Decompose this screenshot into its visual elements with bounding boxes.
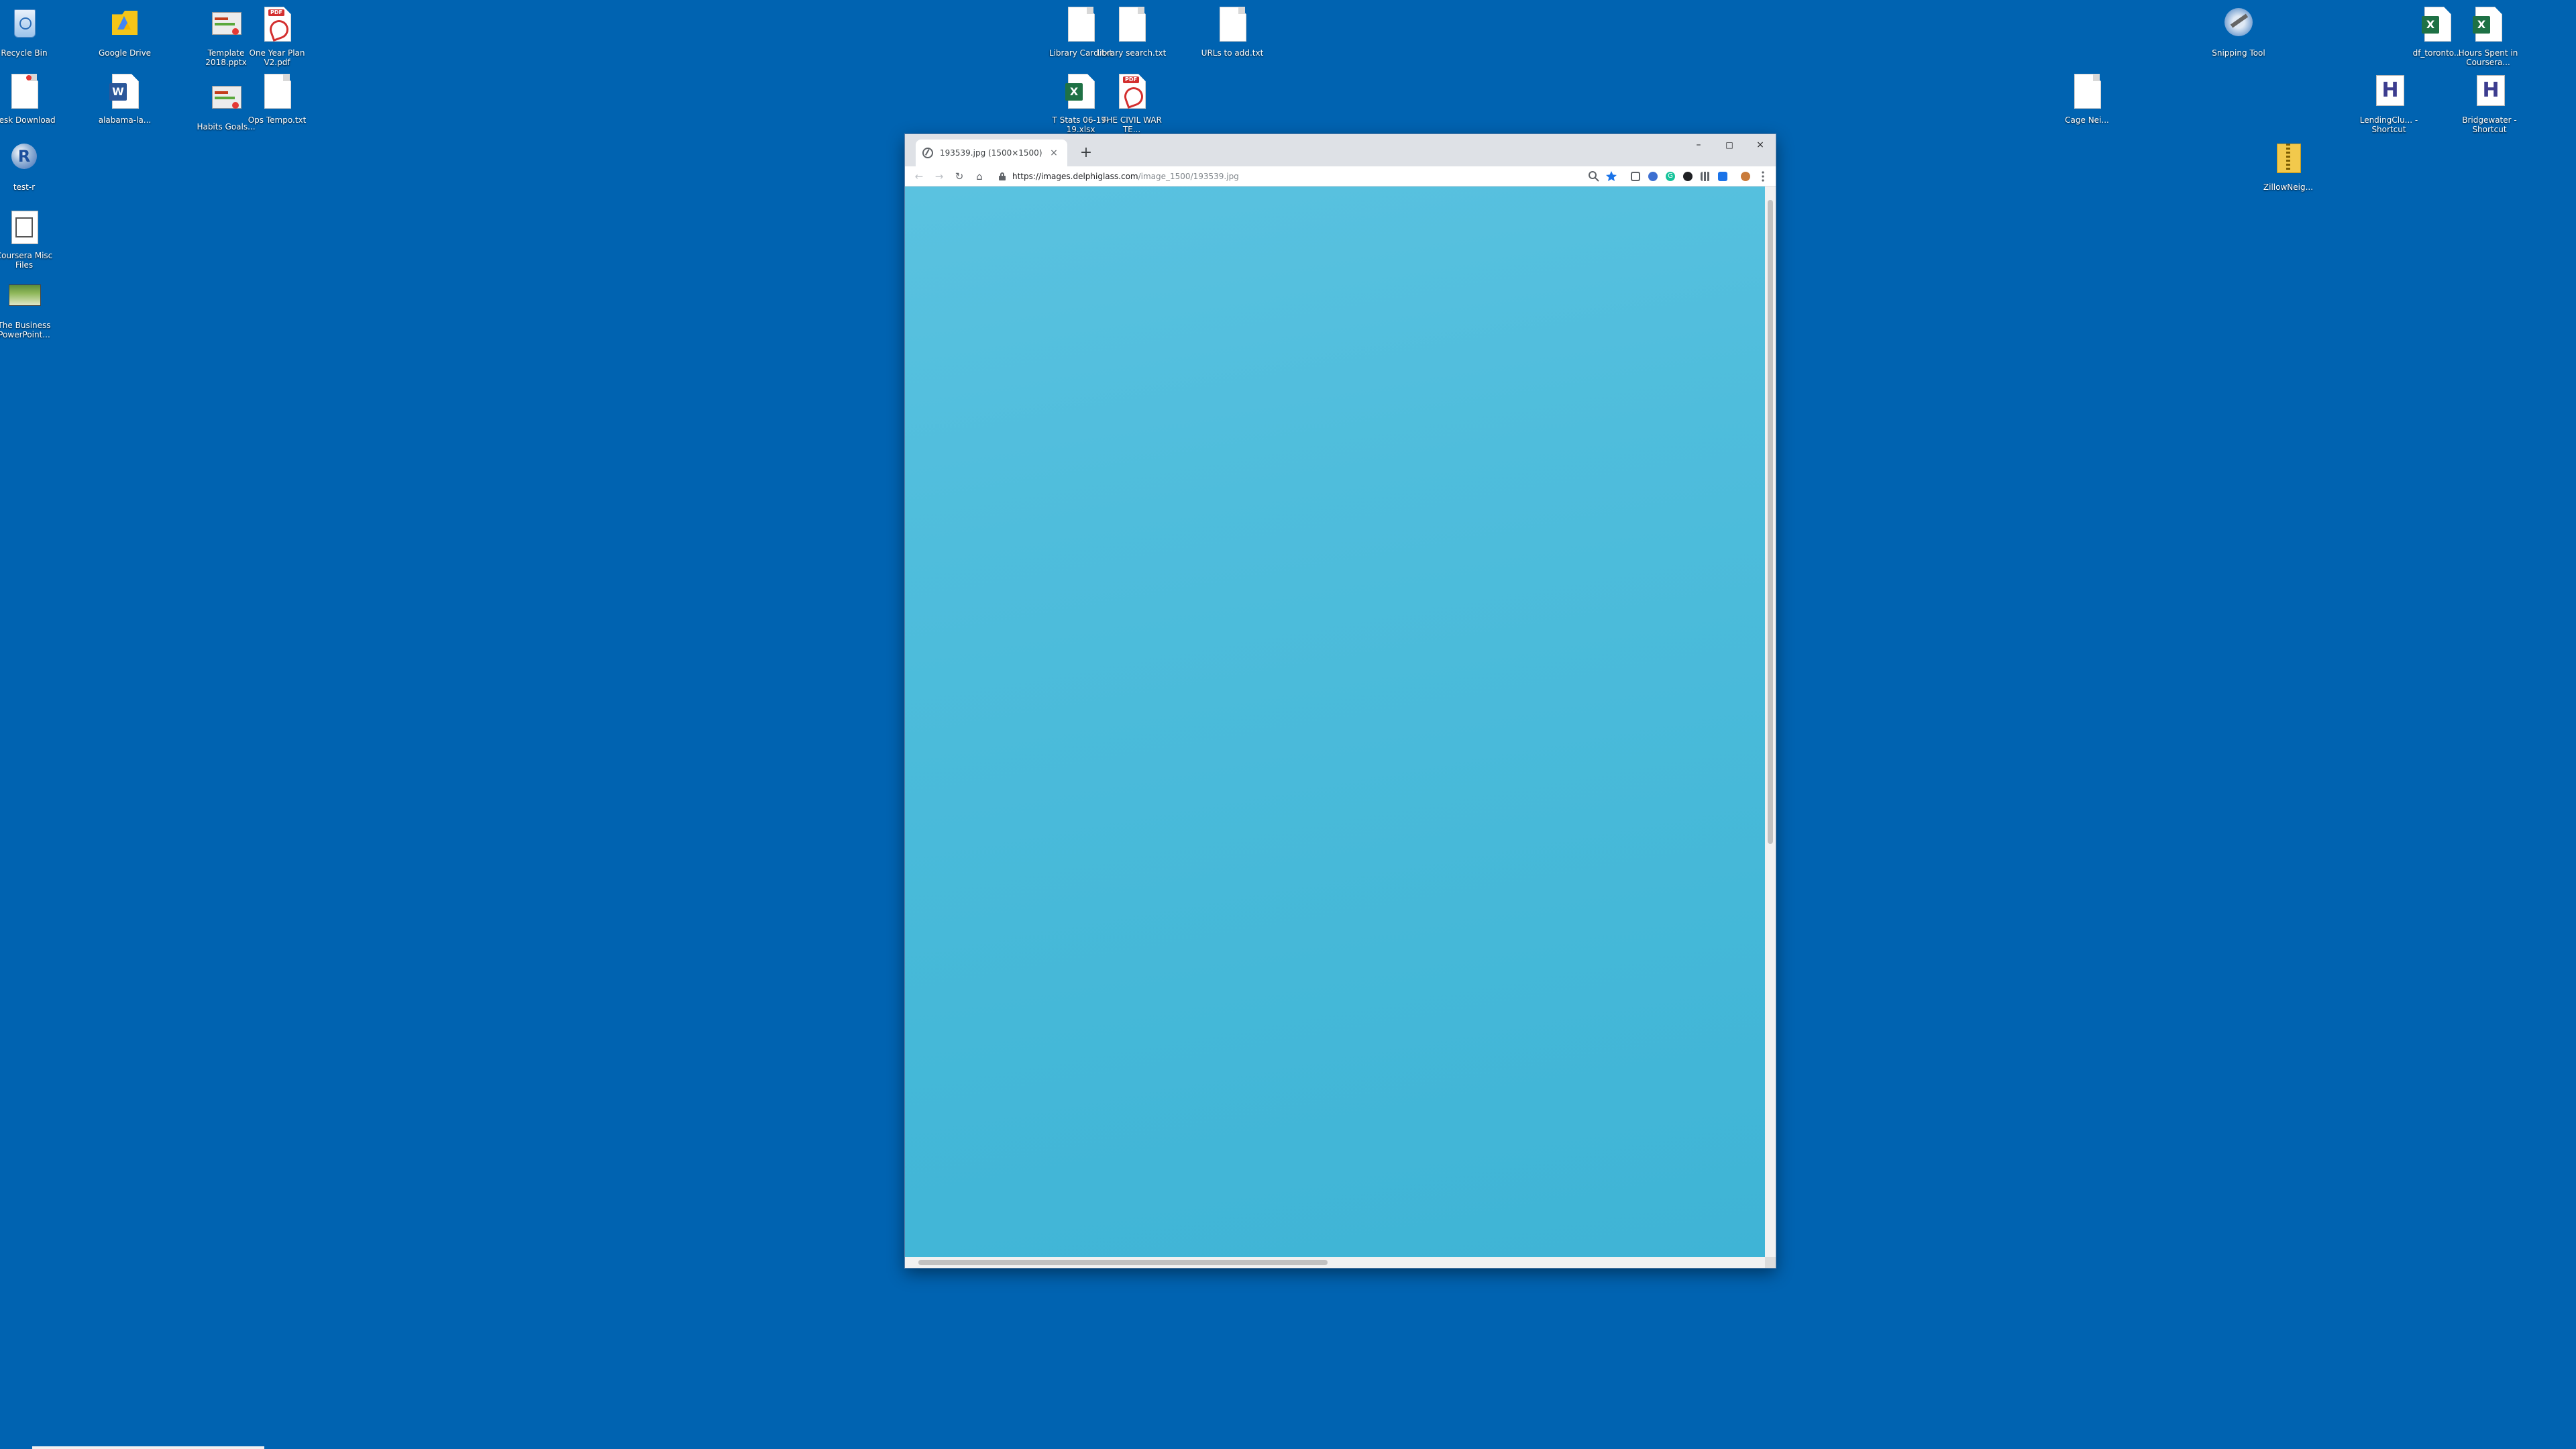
desktop-icon-label: ZillowNeig... bbox=[2263, 182, 2314, 192]
vertical-scroll-thumb[interactable] bbox=[1768, 200, 1773, 844]
desktop-icon-coursera-misc[interactable]: Coursera Misc Files bbox=[0, 208, 61, 270]
word-file-icon: W bbox=[107, 72, 143, 113]
google-drive-icon bbox=[107, 5, 143, 46]
reload-button[interactable]: ↻ bbox=[949, 168, 969, 185]
desktop-icon-one-year-plan[interactable]: PDF One Year Plan V2.pdf bbox=[240, 5, 314, 67]
h-shortcut-icon: H bbox=[2471, 72, 2508, 113]
blue-extension-icon[interactable] bbox=[1714, 168, 1731, 185]
desktop-icon-label: Cage Nei... bbox=[2065, 115, 2109, 125]
slide-thumbnail-icon bbox=[6, 278, 42, 318]
desktop-icon-library-search[interactable]: library search.txt bbox=[1095, 5, 1169, 58]
text-file-icon bbox=[259, 72, 295, 113]
desktop-icon-label: Recycle Bin bbox=[1, 48, 48, 58]
h-shortcut-icon: H bbox=[2371, 72, 2407, 113]
bookmark-star-icon[interactable] bbox=[1603, 168, 1620, 185]
desktop-icon-label: The Business PowerPoint... bbox=[0, 321, 51, 339]
desktop-icon-label: Coursera Misc Files bbox=[0, 251, 53, 270]
back-button[interactable]: ← bbox=[909, 168, 929, 185]
home-button[interactable]: ⌂ bbox=[969, 168, 989, 185]
circle-extension-icon[interactable] bbox=[1679, 168, 1697, 185]
horizontal-scrollbar[interactable] bbox=[905, 1257, 1765, 1268]
desktop-icon-google-drive[interactable]: Google Drive bbox=[88, 5, 162, 58]
tab-title: 193539.jpg (1500×1500) bbox=[940, 148, 1042, 158]
tab-strip: 193539.jpg (1500×1500) × + – □ × bbox=[905, 134, 1776, 166]
profile-avatar[interactable] bbox=[1737, 168, 1754, 185]
url-path: /image_1500/193539.jpg bbox=[1138, 171, 1239, 181]
desktop-icon-label: One Year Plan V2.pdf bbox=[249, 48, 305, 67]
more-menu-icon[interactable] bbox=[1754, 168, 1772, 185]
desktop-icon-test-r[interactable]: R test-r bbox=[0, 140, 61, 192]
desktop-icon-label: alabama-la... bbox=[98, 115, 152, 125]
excel-file-icon: X bbox=[2470, 5, 2506, 46]
grammarly-extension-icon[interactable]: G bbox=[1662, 168, 1679, 185]
snipping-tool-icon bbox=[2220, 5, 2257, 46]
zip-folder-icon bbox=[2270, 140, 2306, 180]
url-text: https://images.delphiglass.com/image_150… bbox=[1012, 172, 1239, 181]
desktop-icon-label: Ops Tempo.txt bbox=[248, 115, 307, 125]
desktop-icon-urls-to-add[interactable]: URLs to add.txt bbox=[1195, 5, 1269, 58]
desktop-icon-label: Bridgewater - Shortcut bbox=[2462, 115, 2517, 134]
text-file-icon bbox=[2069, 72, 2105, 113]
new-tab-button[interactable]: + bbox=[1077, 144, 1095, 162]
desktop-icon-label: Hours Spent in Coursera... bbox=[2458, 48, 2518, 67]
page-content bbox=[905, 186, 1776, 1268]
desktop-icon-recycle-bin[interactable]: Recycle Bin bbox=[0, 5, 61, 58]
powerpoint-file-icon bbox=[208, 5, 244, 46]
desktop-icon-label: library search.txt bbox=[1097, 48, 1167, 58]
desktop-icon-label: LendingClu... - Shortcut bbox=[2359, 115, 2418, 134]
desktop-icon-bridgewater[interactable]: H Bridgewater - Shortcut bbox=[2453, 72, 2526, 134]
excel-file-icon: X bbox=[1063, 72, 1099, 113]
tab-active[interactable]: 193539.jpg (1500×1500) × bbox=[916, 140, 1067, 166]
lock-icon bbox=[999, 172, 1006, 180]
text-file-icon bbox=[1114, 5, 1150, 46]
tab-close-icon[interactable]: × bbox=[1047, 146, 1061, 160]
horizontal-scroll-thumb[interactable] bbox=[918, 1260, 1328, 1265]
taskbar-edge bbox=[32, 1446, 264, 1449]
desktop-icon-civil-war[interactable]: PDF THE CIVIL WAR TE... bbox=[1095, 72, 1169, 134]
zoom-icon[interactable] bbox=[1585, 168, 1603, 185]
forward-button[interactable]: → bbox=[929, 168, 949, 185]
puzzle-extension-icon[interactable] bbox=[1644, 168, 1662, 185]
desktop-icon-label: Snipping Tool bbox=[2212, 48, 2265, 58]
desktop-icon-cage-nei[interactable]: Cage Nei... bbox=[2050, 72, 2124, 125]
text-file-icon bbox=[1214, 5, 1250, 46]
desktop-icon-ops-tempo[interactable]: Ops Tempo.txt bbox=[240, 72, 314, 125]
globe-icon bbox=[922, 148, 933, 158]
desktop-icon-snipping-tool[interactable]: Snipping Tool bbox=[2202, 5, 2275, 58]
desktop-icon-business-ppt[interactable]: The Business PowerPoint... bbox=[0, 278, 61, 339]
desktop-icon-label: Google Drive bbox=[98, 48, 152, 58]
recycle-bin-icon bbox=[6, 5, 42, 46]
desktop-icon-label: Desk Download bbox=[0, 115, 56, 125]
desktop-icon-label: THE CIVIL WAR TE... bbox=[1102, 115, 1162, 134]
desktop-icon-zillow[interactable]: ZillowNeig... bbox=[2251, 140, 2325, 192]
browser-window: 193539.jpg (1500×1500) × + – □ × ← → ↻ ⌂… bbox=[905, 134, 1776, 1268]
image-viewer[interactable] bbox=[905, 186, 1765, 1257]
pocket-extension-icon[interactable] bbox=[1627, 168, 1644, 185]
vertical-scrollbar[interactable] bbox=[1765, 186, 1776, 1257]
desktop-icon-label: URLs to add.txt bbox=[1201, 48, 1264, 58]
grid-extension-icon[interactable] bbox=[1697, 168, 1714, 185]
address-bar[interactable]: https://images.delphiglass.com/image_150… bbox=[995, 168, 1580, 184]
browser-toolbar: ← → ↻ ⌂ https://images.delphiglass.com/i… bbox=[905, 166, 1776, 186]
minimize-button[interactable]: – bbox=[1683, 134, 1714, 156]
folder-book-icon bbox=[6, 208, 42, 248]
desktop-icon-lendingclub[interactable]: H LendingClu... - Shortcut bbox=[2352, 72, 2426, 134]
excel-file-icon: X bbox=[2419, 5, 2455, 46]
powerpoint-file-icon bbox=[208, 79, 244, 119]
r-app-icon: R bbox=[6, 140, 42, 180]
document-icon bbox=[6, 72, 42, 113]
scrollbar-corner bbox=[1765, 1257, 1776, 1268]
close-window-button[interactable]: × bbox=[1745, 134, 1776, 156]
desktop-icon-hours-spent[interactable]: X Hours Spent in Coursera... bbox=[2451, 5, 2525, 67]
maximize-button[interactable]: □ bbox=[1714, 134, 1745, 156]
desktop-icon-label: test-r bbox=[13, 182, 36, 192]
text-file-icon bbox=[1063, 5, 1099, 46]
desktop-icon-alabama[interactable]: W alabama-la... bbox=[88, 72, 162, 125]
url-host: https://images.delphiglass.com bbox=[1012, 171, 1138, 181]
pdf-file-icon: PDF bbox=[259, 5, 295, 46]
pdf-file-icon: PDF bbox=[1114, 72, 1150, 113]
desktop-icon-desk-download[interactable]: Desk Download bbox=[0, 72, 61, 125]
